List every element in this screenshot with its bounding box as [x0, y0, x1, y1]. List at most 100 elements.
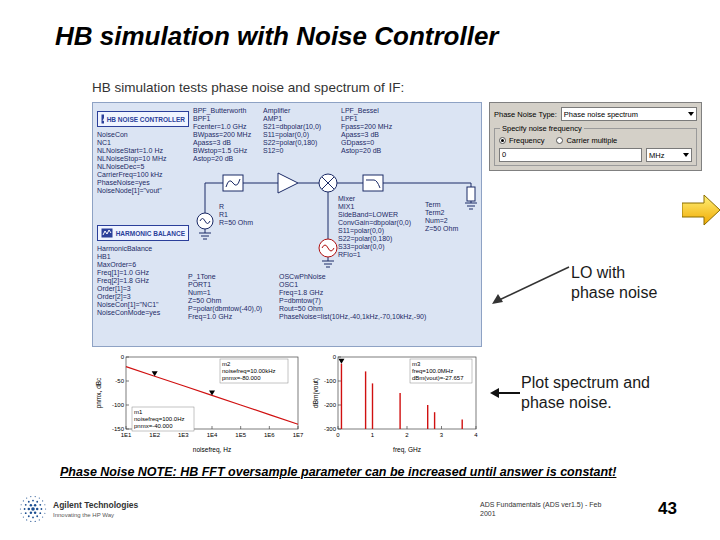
- svg-text:m1: m1: [134, 409, 143, 415]
- svg-text:dBm(vout): dBm(vout): [312, 378, 320, 408]
- param-line: NoiseCon: [97, 131, 189, 139]
- controller-header[interactable]: HARMONIC BALANCE: [97, 225, 189, 241]
- component-params[interactable]: RR1R=50 Ohm: [219, 203, 253, 227]
- radio-icon[interactable]: [556, 137, 563, 144]
- spectrum-bar: [372, 383, 373, 429]
- param-line: BPF1: [193, 115, 251, 123]
- phase-noise-note: Phase Noise NOTE: HB FFT oversample para…: [60, 464, 720, 480]
- phase-noise-chart: 0-50-100-1501E11E21E31E41E51E61E7noisefr…: [92, 351, 306, 456]
- param-line: Freq=1.8 GHz: [279, 289, 426, 297]
- page-number: 43: [650, 499, 720, 519]
- callout-text: Plot spectrum and phase noise.: [521, 373, 689, 413]
- marker-readout: m1noisefreq=100.0Hzpnmx=-40.000: [132, 407, 194, 431]
- svg-text:2: 2: [405, 432, 409, 438]
- brand: Agilent TechnologiesInnovating the HP Wa…: [18, 494, 480, 524]
- param-line: LPF1: [341, 115, 392, 123]
- ground-icon: [465, 203, 477, 209]
- svg-text:m3: m3: [412, 361, 421, 367]
- frequency-field[interactable]: 0: [499, 148, 642, 162]
- param-line: S33=polar(0,0): [338, 243, 411, 251]
- component-params[interactable]: P_1TonePORT1Num=1Z=50 OhmP=polar(dbmtow(…: [188, 273, 262, 321]
- phase-noise-dialog: Phase Noise Type: Phase noise spectrum Spe…: [489, 102, 702, 171]
- spectrum-chart: 0-100-200-30001234freq, GHzdBm(vout)m3fr…: [310, 351, 482, 456]
- param-line: BWpass=200 MHz: [193, 131, 251, 139]
- controller-label: HB NOISE CONTROLLER: [107, 116, 185, 123]
- component-params[interactable]: OSCwPhNoiseOSC1Freq=1.8 GHzP=dbmtow(7)Ro…: [279, 273, 426, 321]
- param-line: NoiseConMode=yes: [97, 309, 189, 317]
- mixer-icon: [319, 174, 337, 192]
- svg-text:1E4: 1E4: [207, 432, 218, 438]
- svg-text:m2: m2: [222, 361, 231, 367]
- param-line: Order[1]=3: [97, 285, 189, 293]
- ground-icon: [199, 233, 211, 239]
- svg-text:0: 0: [333, 354, 337, 360]
- radio-option[interactable]: Carrier multiple: [556, 136, 617, 145]
- param-line: NC1: [97, 139, 189, 147]
- radio-icon[interactable]: [499, 137, 506, 144]
- schematic: HB NOISE CONTROLLERNoiseConNC1NLNoiseSta…: [92, 102, 482, 347]
- param-line: NoiseNode[1]="vout": [97, 187, 189, 195]
- component-params[interactable]: AmplifierAMP1S21=dbpolar(10,0)S11=polar(…: [263, 107, 321, 155]
- plots: 0-50-100-1501E11E21E31E41E51E61E7noisefr…: [92, 351, 482, 456]
- marker-icon[interactable]: [152, 371, 158, 376]
- controller-block[interactable]: HARMONIC BALANCEHarmonicBalanceHB1MaxOrd…: [97, 225, 189, 317]
- svg-text:0: 0: [121, 354, 125, 360]
- lowpass-filter-icon: [363, 175, 383, 191]
- svg-text:-300: -300: [324, 426, 337, 432]
- param-line: MaxOrder=6: [97, 261, 189, 269]
- param-line: Freq[1]=1.0 GHz: [97, 269, 189, 277]
- component-params[interactable]: LPF_BesselLPF1Fpass=200 MHzApass=3 dBGDp…: [341, 107, 392, 155]
- oscillator-icon: [319, 239, 337, 257]
- param-line: Z=50 Ohm: [188, 297, 262, 305]
- svg-text:-100: -100: [324, 378, 337, 384]
- pointer-arrow-icon: [489, 373, 521, 413]
- svg-text:0: 0: [336, 432, 340, 438]
- plot-callout: Plot spectrum and phase noise.: [489, 373, 720, 413]
- controller-icon: [101, 228, 113, 238]
- param-line: Freq[2]=1.8 GHz: [97, 277, 189, 285]
- svg-text:-50: -50: [115, 378, 124, 384]
- controller-block[interactable]: HB NOISE CONTROLLERNoiseConNC1NLNoiseSta…: [97, 111, 189, 195]
- param-line: Astop=20 dB: [193, 155, 251, 163]
- radio-option[interactable]: Frequency: [499, 136, 544, 145]
- param-line: NLNoiseDec=5: [97, 163, 189, 171]
- marker-icon[interactable]: [338, 359, 344, 364]
- agilent-logo-icon: [18, 494, 48, 524]
- param-line: Num=2: [425, 217, 458, 225]
- group-label: Specify noise frequency: [500, 124, 584, 133]
- type-dropdown[interactable]: Phase noise spectrum: [561, 107, 697, 121]
- component-params[interactable]: MixerMIX1SideBand=LOWERConvGain=dbpolar(…: [338, 195, 411, 259]
- svg-text:noisefreq, Hz: noisefreq, Hz: [193, 446, 231, 454]
- param-line: Fcenter=1.0 GHz: [193, 123, 251, 131]
- param-line: HB1: [97, 253, 189, 261]
- param-line: MIX1: [338, 203, 411, 211]
- param-line: AMP1: [263, 115, 321, 123]
- param-line: CarrierFreq=100 kHz: [97, 171, 189, 179]
- slide-title: HB simulation with Noise Controller: [55, 20, 720, 52]
- param-line: SideBand=LOWER: [338, 211, 411, 219]
- spectrum-bar: [462, 419, 463, 429]
- svg-text:noisefreq=100.0Hz: noisefreq=100.0Hz: [134, 416, 185, 422]
- controller-header[interactable]: HB NOISE CONTROLLER: [97, 111, 189, 127]
- controller-icon: [101, 114, 104, 124]
- svg-text:4: 4: [474, 432, 478, 438]
- footer: Agilent TechnologiesInnovating the HP Wa…: [0, 494, 720, 524]
- param-line: Num=1: [188, 289, 262, 297]
- unit-dropdown[interactable]: MHz: [646, 148, 692, 162]
- component-params[interactable]: TermTerm2Num=2Z=50 Ohm: [425, 201, 458, 233]
- param-line: NLNoiseStop=10 MHz: [97, 155, 189, 163]
- component-params[interactable]: BPF_ButterworthBPF1Fcenter=1.0 GHzBWpass…: [193, 107, 251, 163]
- param-line: S21=dbpolar(10,0): [263, 123, 321, 131]
- param-line: PhaseNoise=yes: [97, 179, 189, 187]
- marker-icon[interactable]: [209, 390, 215, 395]
- param-line: Mixer: [338, 195, 411, 203]
- param-line: BWstop=1.5 GHz: [193, 147, 251, 155]
- type-label: Phase Noise Type:: [494, 110, 557, 119]
- svg-text:pnmx=-80.000: pnmx=-80.000: [222, 375, 261, 381]
- slide-body: HB NOISE CONTROLLERNoiseConNC1NLNoiseSta…: [92, 102, 720, 456]
- param-line: Apass=3 dB: [193, 139, 251, 147]
- param-line: R1: [219, 211, 253, 219]
- param-line: NoiseCon[1]="NC1": [97, 301, 189, 309]
- callout-text: LO with phase noise: [571, 263, 671, 303]
- svg-text:1E7: 1E7: [293, 432, 304, 438]
